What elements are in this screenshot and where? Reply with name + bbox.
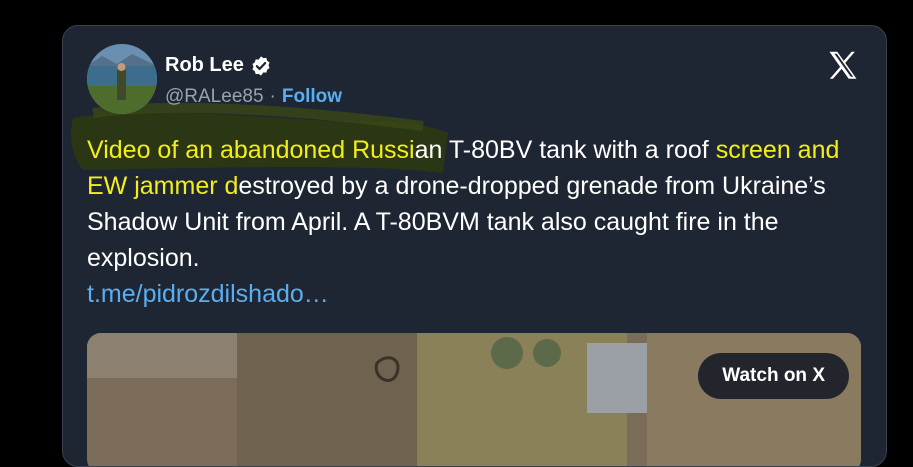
follow-button[interactable]: Follow [282, 86, 342, 108]
watch-on-x-button[interactable]: Watch on X [698, 353, 849, 399]
separator-dot: · [269, 86, 276, 107]
author-handle[interactable]: @RALee85 [165, 86, 264, 108]
author-name[interactable]: Rob Lee [165, 54, 244, 77]
video-thumbnail[interactable]: Watch on X [87, 333, 861, 466]
author-handle-row: @RALee85 · Follow [165, 86, 342, 108]
tweet-text-normal-1: an T-80BV tank with a roof [414, 136, 716, 164]
tweet-card: Rob Lee @RALee85 · Follow Video of an ab… [62, 25, 887, 467]
tweet-text-highlight-1: Video of an abandoned Russi [87, 136, 415, 164]
avatar-image [87, 44, 157, 114]
avatar[interactable] [87, 44, 157, 114]
author-name-row: Rob Lee [165, 54, 272, 77]
verified-badge-icon [252, 55, 270, 76]
tweet-link[interactable]: t.me/pidrozdilshado… [87, 280, 329, 308]
tweet-text: Video of an abandoned Russian T-80BV tan… [87, 132, 847, 312]
x-logo-icon[interactable] [825, 48, 861, 84]
